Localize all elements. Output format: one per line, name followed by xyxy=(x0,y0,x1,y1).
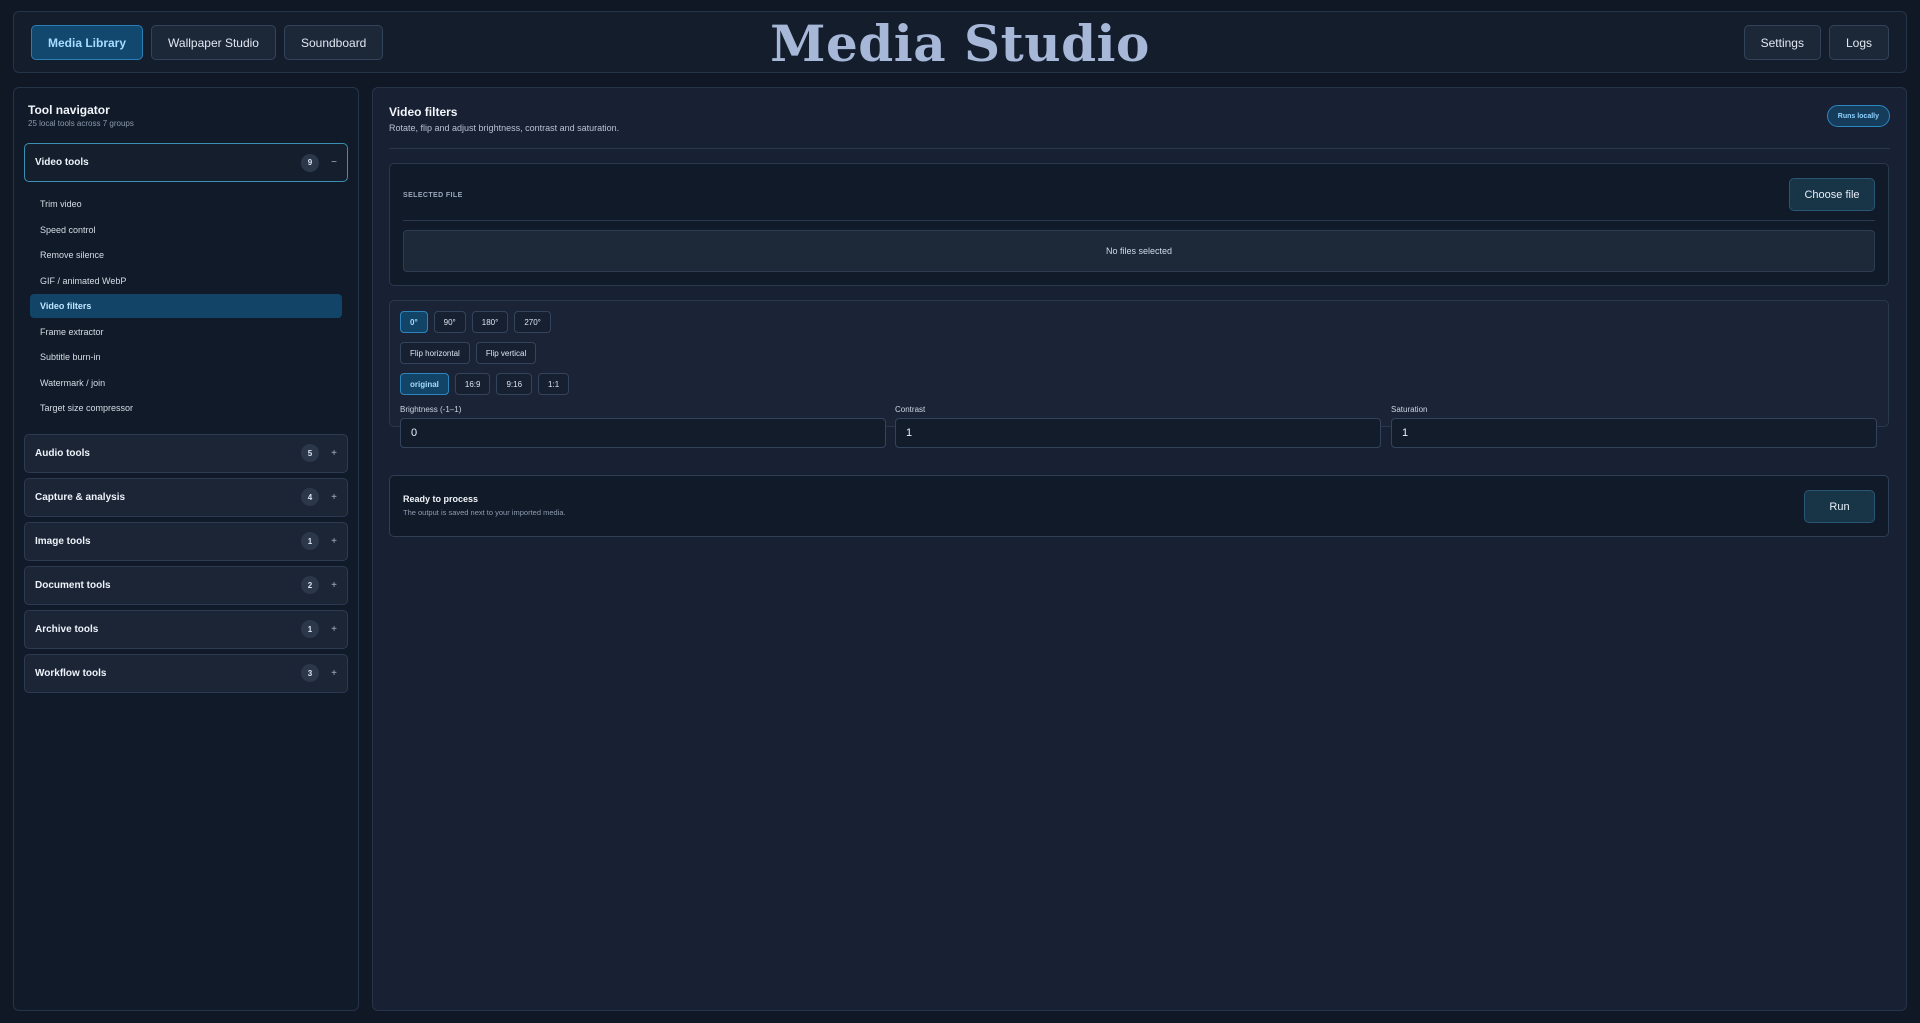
aspect-options: original 16:9 9:16 1:1 xyxy=(400,373,570,395)
selected-file-card: SELECTED FILE Choose file No files selec… xyxy=(389,163,1889,286)
group-document-tools[interactable]: Document tools 2 + xyxy=(24,565,348,605)
page-description: Rotate, flip and adjust brightness, cont… xyxy=(389,123,620,133)
expand-icon[interactable]: + xyxy=(323,580,337,591)
aspect-16-9-button[interactable]: 16:9 xyxy=(454,373,491,395)
page-title: Video filters xyxy=(389,105,458,119)
nav-wallpaper-studio[interactable]: Wallpaper Studio xyxy=(151,25,276,60)
tool-item-speed-control[interactable]: Speed control xyxy=(30,218,342,242)
group-label: Image tools xyxy=(35,535,91,547)
settings-button[interactable]: Settings xyxy=(1743,25,1821,60)
group-capture-analysis[interactable]: Capture & analysis 4 + xyxy=(24,477,348,517)
top-bar: Media Library Wallpaper Studio Soundboar… xyxy=(13,11,1907,73)
saturation-label: Saturation xyxy=(1391,405,1428,414)
group-video-tools[interactable]: Video tools 9 − xyxy=(24,143,348,182)
filter-options: 0° 90° 180° 270° Flip horizontal Flip ve… xyxy=(389,300,1889,448)
brightness-label: Brightness (-1–1) xyxy=(400,405,462,414)
run-status-title: Ready to process xyxy=(403,494,479,504)
tool-item-video-filters[interactable]: Video filters xyxy=(30,294,342,318)
runs-locally-badge: Runs locally xyxy=(1826,105,1890,127)
top-nav: Media Library Wallpaper Studio Soundboar… xyxy=(31,25,384,60)
group-label: Archive tools xyxy=(35,623,99,635)
tool-groups: Video tools 9 − Trim video Speed control… xyxy=(24,143,348,698)
expand-icon[interactable]: + xyxy=(323,536,337,547)
rotation-options: 0° 90° 180° 270° xyxy=(400,311,551,333)
count-badge: 9 xyxy=(301,153,319,172)
count-badge: 4 xyxy=(301,488,319,506)
flip-horizontal-button[interactable]: Flip horizontal xyxy=(400,342,470,364)
rotate-180-button[interactable]: 180° xyxy=(471,311,509,333)
count-badge: 1 xyxy=(301,620,319,638)
expand-icon[interactable]: + xyxy=(323,624,337,635)
nav-media-library[interactable]: Media Library xyxy=(31,25,144,60)
group-image-tools[interactable]: Image tools 1 + xyxy=(24,521,348,561)
flip-options: Flip horizontal Flip vertical xyxy=(400,342,537,364)
nav-soundboard[interactable]: Soundboard xyxy=(283,25,384,60)
brightness-input[interactable] xyxy=(400,418,886,448)
group-archive-tools[interactable]: Archive tools 1 + xyxy=(24,609,348,649)
flip-vertical-button[interactable]: Flip vertical xyxy=(475,342,537,364)
run-card: Ready to process The output is saved nex… xyxy=(389,475,1889,537)
contrast-label: Contrast xyxy=(895,405,926,414)
rotate-270-button[interactable]: 270° xyxy=(514,311,551,333)
expand-icon[interactable]: + xyxy=(323,448,337,459)
count-badge: 1 xyxy=(301,532,319,550)
tool-item-watermark-join[interactable]: Watermark / join xyxy=(30,371,342,395)
count-badge: 3 xyxy=(301,664,319,682)
group-label: Audio tools xyxy=(35,447,90,459)
tool-item-gif-webp[interactable]: GIF / animated WebP xyxy=(30,269,342,293)
saturation-input[interactable] xyxy=(1391,418,1877,448)
tool-item-frame-extractor[interactable]: Frame extractor xyxy=(30,320,342,344)
count-badge: 5 xyxy=(301,444,319,462)
group-audio-tools[interactable]: Audio tools 5 + xyxy=(24,433,348,473)
choose-file-button[interactable]: Choose file xyxy=(1789,178,1875,211)
expand-icon[interactable]: + xyxy=(323,492,337,503)
rotate-0-button[interactable]: 0° xyxy=(400,311,428,333)
sidebar-subtitle: 25 local tools across 7 groups xyxy=(28,119,134,128)
run-button[interactable]: Run xyxy=(1804,490,1875,523)
header-actions: Settings Logs xyxy=(1743,25,1889,60)
run-status-subtitle: The output is saved next to your importe… xyxy=(403,508,566,517)
tool-item-remove-silence[interactable]: Remove silence xyxy=(30,243,342,267)
group-label: Video tools xyxy=(35,157,89,168)
group-workflow-tools[interactable]: Workflow tools 3 + xyxy=(24,653,348,693)
collapse-icon[interactable]: − xyxy=(323,157,337,168)
contrast-input[interactable] xyxy=(895,418,1381,448)
tool-panel: Video filters Rotate, flip and adjust br… xyxy=(372,87,1907,1011)
aspect-9-16-button[interactable]: 9:16 xyxy=(496,373,533,395)
tool-item-trim-video[interactable]: Trim video xyxy=(30,192,342,216)
file-dropzone[interactable]: No files selected xyxy=(403,230,1875,272)
logs-button[interactable]: Logs xyxy=(1828,25,1889,60)
group-label: Document tools xyxy=(35,579,111,591)
divider xyxy=(403,220,1875,221)
sidebar-title: Tool navigator xyxy=(28,103,110,117)
group-label: Capture & analysis xyxy=(35,491,126,503)
aspect-1-1-button[interactable]: 1:1 xyxy=(538,373,570,395)
group-label: Workflow tools xyxy=(35,667,107,679)
video-tools-list: Trim video Speed control Remove silence … xyxy=(24,186,348,428)
tool-item-subtitle-burn-in[interactable]: Subtitle burn-in xyxy=(30,345,342,369)
selected-file-label: SELECTED FILE xyxy=(403,192,463,199)
divider xyxy=(389,148,1890,149)
rotate-90-button[interactable]: 90° xyxy=(433,311,466,333)
tool-item-target-size-compressor[interactable]: Target size compressor xyxy=(30,396,342,420)
tool-navigator: Tool navigator 25 local tools across 7 g… xyxy=(13,87,359,1011)
aspect-original-button[interactable]: original xyxy=(400,373,449,395)
count-badge: 2 xyxy=(301,576,319,594)
expand-icon[interactable]: + xyxy=(323,668,337,679)
